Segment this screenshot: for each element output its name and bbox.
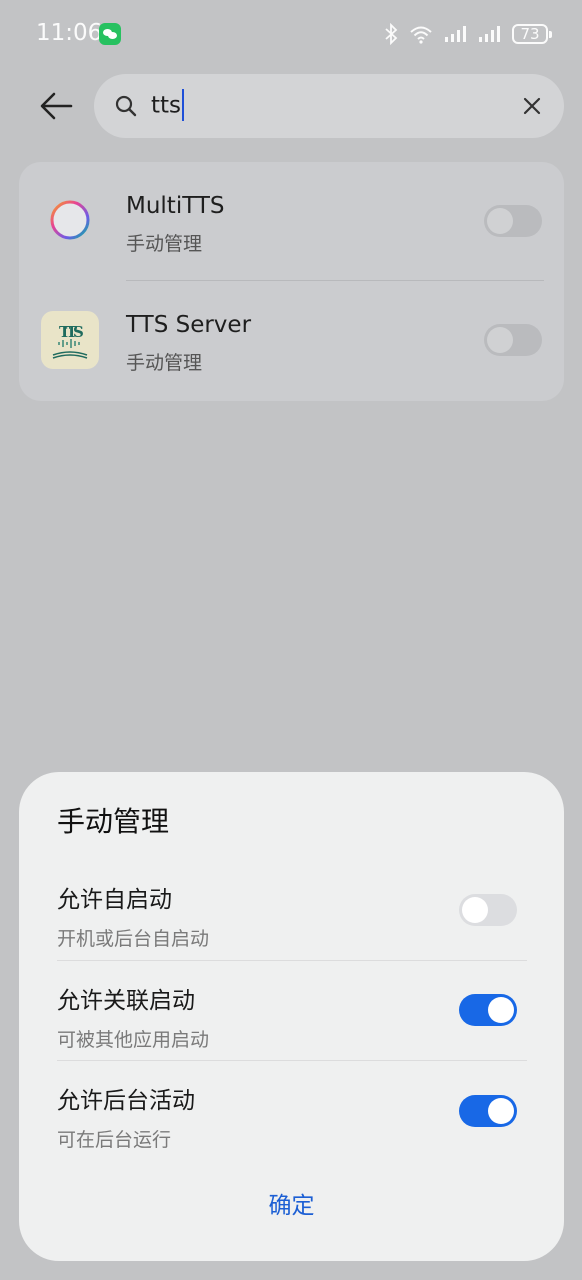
search-results-card: MultiTTS 手动管理 T T S TTS Server 手动管理 — [19, 162, 564, 401]
toggle-knob — [487, 208, 513, 234]
multitts-app-icon — [50, 200, 90, 240]
result-row-tts-server[interactable]: T T S TTS Server 手动管理 — [19, 281, 564, 399]
search-input[interactable]: tts — [94, 74, 564, 138]
option-associated-start[interactable]: 允许关联启动 可被其他应用启动 — [57, 981, 527, 1081]
divider — [57, 1060, 527, 1061]
tts-server-toggle[interactable] — [484, 324, 542, 356]
signal-icon — [445, 26, 466, 42]
background-activity-toggle[interactable] — [459, 1095, 517, 1127]
clear-icon[interactable] — [520, 94, 544, 118]
option-label: 允许关联启动 — [57, 988, 195, 1014]
sheet-title: 手动管理 — [57, 805, 170, 838]
option-label: 允许后台活动 — [57, 1088, 195, 1114]
toggle-knob — [488, 1098, 514, 1124]
bluetooth-icon — [385, 23, 398, 45]
option-background-activity[interactable]: 允许后台活动 可在后台运行 — [57, 1081, 527, 1181]
status-bar: 11:06 73 — [0, 0, 582, 68]
wifi-icon — [410, 26, 432, 44]
option-subtitle: 可被其他应用启动 — [57, 1029, 210, 1051]
status-time: 11:06 — [36, 20, 103, 46]
app-subtitle: 手动管理 — [126, 233, 203, 255]
multitts-toggle[interactable] — [484, 205, 542, 237]
toggle-knob — [488, 997, 514, 1023]
option-subtitle: 可在后台运行 — [57, 1129, 172, 1151]
app-subtitle: 手动管理 — [126, 352, 203, 374]
wechat-icon — [99, 23, 121, 45]
toggle-knob — [487, 327, 513, 353]
back-button[interactable] — [36, 86, 76, 126]
app-name: TTS Server — [126, 312, 252, 338]
app-name: MultiTTS — [126, 193, 225, 219]
toggle-knob — [462, 897, 488, 923]
auto-start-toggle[interactable] — [459, 894, 517, 926]
text-caret — [182, 89, 185, 121]
back-arrow-icon — [40, 92, 73, 120]
status-icons: 73 — [384, 20, 552, 48]
divider — [57, 960, 527, 961]
search-icon — [115, 95, 137, 117]
confirm-button[interactable]: 确定 — [19, 1186, 564, 1226]
option-subtitle: 开机或后台自启动 — [57, 928, 210, 950]
signal-icon — [479, 26, 500, 42]
associated-start-toggle[interactable] — [459, 994, 517, 1026]
battery-icon: 73 — [512, 24, 552, 44]
option-auto-start[interactable]: 允许自启动 开机或后台自启动 — [57, 880, 527, 980]
result-row-multitts[interactable]: MultiTTS 手动管理 — [19, 162, 564, 280]
tts-server-app-icon: T T S — [41, 311, 99, 369]
svg-text:S: S — [73, 323, 84, 341]
search-query[interactable]: tts — [151, 89, 185, 122]
battery-level: 73 — [520, 25, 540, 43]
manual-management-sheet: 手动管理 允许自启动 开机或后台自启动 允许关联启动 可被其他应用启动 允许后台… — [19, 772, 564, 1261]
option-label: 允许自启动 — [57, 887, 172, 913]
